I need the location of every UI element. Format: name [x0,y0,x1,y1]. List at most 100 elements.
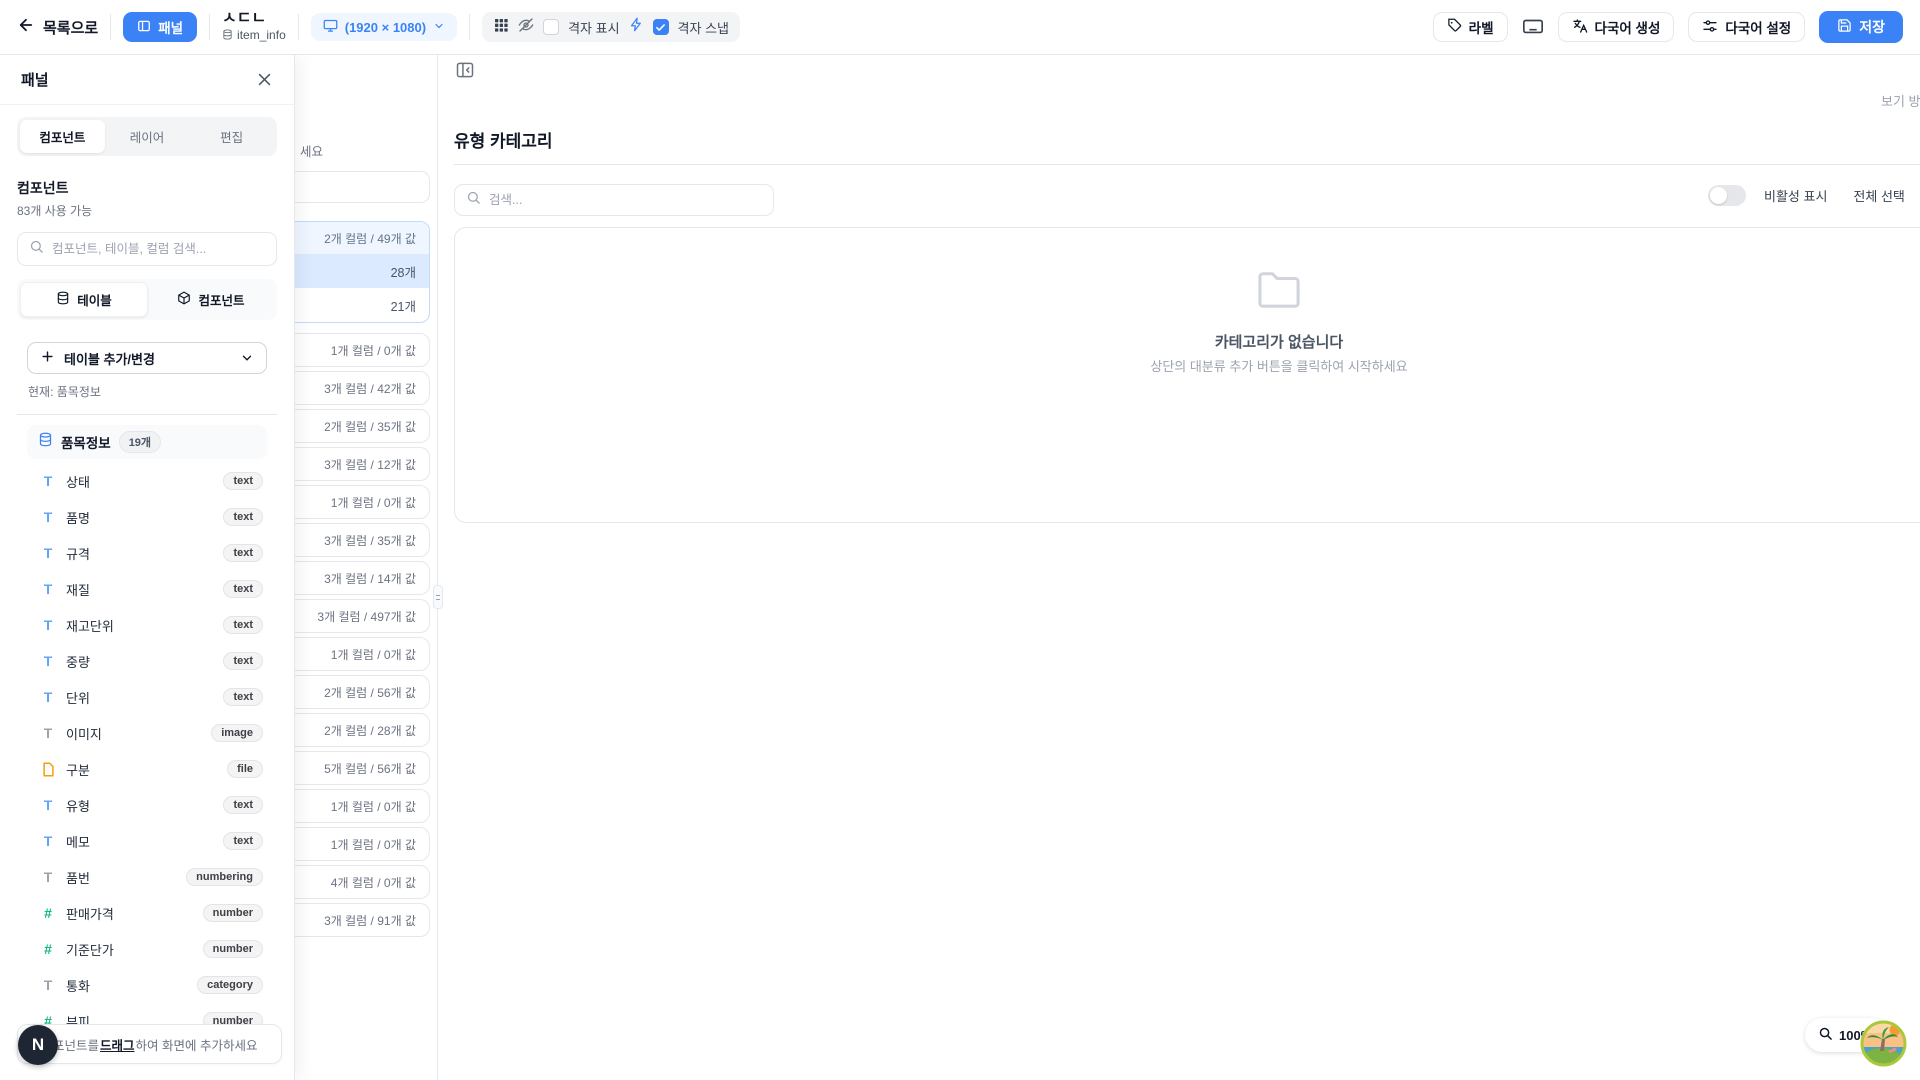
grid-show-checkbox[interactable] [543,19,559,35]
divider [454,164,1920,165]
segment-tables[interactable]: 테이블 [20,282,148,317]
column-item[interactable]: # 기준단가 number [27,931,267,967]
grid-icon [493,17,509,38]
column-item[interactable]: T 중량 text [27,643,267,679]
type-badge: number [203,904,263,922]
column-item[interactable]: T 규격 text [27,535,267,571]
monitor-icon [323,18,338,36]
column-item[interactable]: T 상태 text [27,463,267,499]
column-count-badge: 19개 [119,431,161,453]
tab-edit[interactable]: 편집 [189,120,274,153]
add-table-dropdown[interactable]: 테이블 추가/변경 [27,342,267,374]
resize-handle[interactable] [433,585,443,609]
type-badge: image [211,724,263,742]
empty-state-subtitle: 상단의 대분류 추가 버튼을 클릭하여 시작하세요 [1150,356,1407,375]
tab-components[interactable]: 컴포넌트 [20,120,105,153]
column-item[interactable]: T 단위 text [27,679,267,715]
divider [298,14,299,40]
chevron-down-icon [433,20,445,35]
search-icon [29,239,44,259]
segment-components[interactable]: 컴포넌트 [148,282,274,317]
document-title: ㅅㄷㄴ [222,10,266,28]
tropical-island-badge[interactable] [1860,1020,1907,1067]
save-button[interactable]: 저장 [1819,11,1903,43]
back-to-list-label: 목록으로 [43,17,98,38]
type-badge: text [223,796,263,814]
component-search[interactable] [17,232,277,266]
column-item[interactable]: 구분 file [27,751,267,787]
type-badge: numbering [186,868,263,886]
type-badge: text [223,832,263,850]
column-item[interactable]: T 메모 text [27,823,267,859]
inactive-toggle[interactable] [1708,185,1746,206]
save-icon [1837,18,1852,36]
search-icon [466,190,481,210]
grid-snap-checkbox[interactable] [653,19,669,35]
type-badge: text [223,652,263,670]
i18n-settings-button[interactable]: 다국어 설정 [1688,12,1805,42]
type-badge: text [223,616,263,634]
column-item[interactable]: T 품명 text [27,499,267,535]
column-item[interactable]: T 통화 category [27,967,267,1003]
plus-icon [40,349,55,367]
panel-tabs: 컴포넌트 레이어 편집 [17,117,277,156]
component-panel: 패널 컴포넌트 레이어 편집 컴포넌트 83개 사용 가능 테이블 컴포넌트 [0,55,295,1080]
category-search-input[interactable] [489,193,762,207]
type-badge: category [197,976,263,994]
column-item[interactable]: T 재질 text [27,571,267,607]
collapse-panel-button[interactable] [455,60,477,82]
text-type-icon: T [40,689,56,705]
select-all-button[interactable]: 전체 선택 [1853,186,1904,205]
divider [17,414,277,415]
close-icon[interactable] [256,71,273,88]
category-search[interactable] [454,184,774,216]
folder-icon [1255,268,1303,315]
type-badge: text [223,688,263,706]
magnifier-icon [1818,1026,1833,1044]
number-icon: # [40,905,56,921]
source-segmented-control: 테이블 컴포넌트 [17,279,277,320]
type-badge: text [223,544,263,562]
inactive-toggle-label: 비활성 표시 [1764,186,1827,205]
component-search-input[interactable] [52,242,265,256]
back-to-list-button[interactable]: 목록으로 [17,16,98,39]
type-badge: number [203,940,263,958]
label-button[interactable]: 라벨 [1433,12,1508,42]
panel-toggle-button[interactable]: 패널 [123,12,197,42]
text-type-icon: T [40,545,56,561]
text-type-icon: T [40,977,56,993]
panel-icon [137,19,151,36]
notion-launcher-badge[interactable]: N [18,1025,58,1065]
column-item[interactable]: # 판매가격 number [27,895,267,931]
resolution-dropdown[interactable]: (1920 × 1080) [311,13,457,41]
column-divider [437,55,438,1080]
section-subtitle: 83개 사용 가능 [17,202,277,219]
empty-state-title: 카테고리가 없습니다 [1215,331,1343,352]
chevron-down-icon [240,351,254,365]
i18n-generate-button[interactable]: 다국어 생성 [1558,12,1675,42]
tab-layers[interactable]: 레이어 [105,120,190,153]
database-icon [222,29,233,44]
type-badge: file [227,760,263,778]
type-badge: text [223,580,263,598]
keyboard-shortcuts-button[interactable] [1522,15,1544,40]
text-type-icon: T [40,725,56,741]
column-item[interactable]: T 이미지 image [27,715,267,751]
eye-off-icon [518,17,534,38]
table-name: 품목정보 [61,432,111,452]
table-header-row[interactable]: 품목정보 19개 [27,425,267,459]
column-item[interactable]: T 품번 numbering [27,859,267,895]
translate-icon [1572,18,1588,37]
page-title: 유형 카테고리 [454,127,553,152]
keyboard-icon [1522,15,1544,40]
column-item[interactable]: T 유형 text [27,787,267,823]
column-item[interactable]: T 재고단위 text [27,607,267,643]
text-type-icon: T [40,833,56,849]
divider [209,14,210,40]
divider [110,14,111,40]
type-badge: text [223,508,263,526]
text-type-icon: T [40,797,56,813]
current-table-label: 현재: 품목정보 [28,383,266,400]
grid-snap-label: 격자 스냅 [678,18,729,37]
empty-state-card: 카테고리가 없습니다 상단의 대분류 추가 버튼을 클릭하여 시작하세요 [454,227,1920,523]
